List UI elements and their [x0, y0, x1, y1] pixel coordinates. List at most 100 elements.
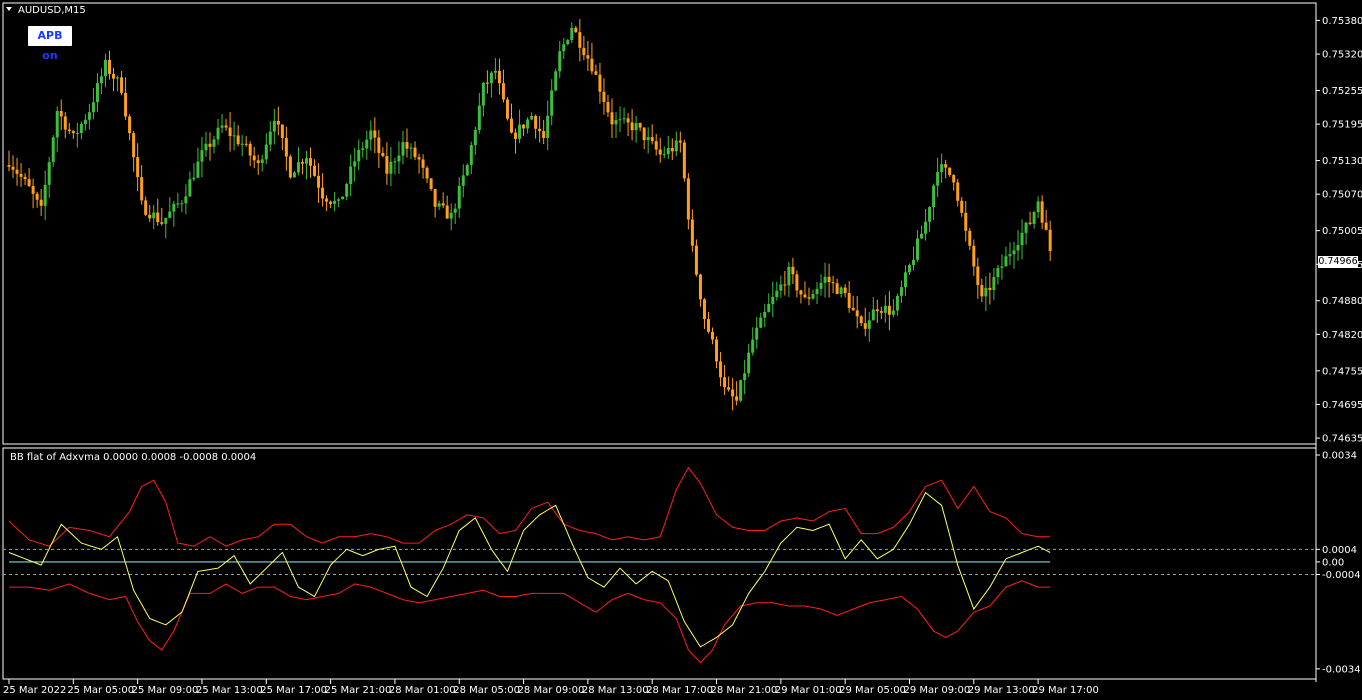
candle-body: [83, 119, 87, 124]
candle-body: [1020, 232, 1024, 246]
candle-body: [558, 51, 562, 72]
candle-body: [71, 131, 75, 134]
candle-body: [835, 283, 839, 294]
candle-body: [152, 212, 156, 219]
candle-body: [682, 142, 686, 179]
candle-body: [920, 233, 924, 239]
candle-body: [1004, 256, 1008, 267]
candle-body: [972, 245, 976, 267]
symbol-dropdown-icon[interactable]: [6, 7, 12, 11]
candle-body: [530, 115, 534, 120]
candle-body: [590, 58, 594, 72]
candle-body: [260, 159, 264, 164]
price-label: 0.75195: [1322, 120, 1362, 131]
candle-body: [212, 139, 216, 147]
price-label: 0.74695: [1322, 400, 1362, 411]
candle-body: [526, 119, 530, 129]
symbol-title: AUDUSD,M15: [18, 5, 86, 16]
candle-body: [654, 141, 658, 150]
candle-body: [369, 130, 373, 140]
candle-body: [405, 142, 409, 149]
candle-body: [240, 143, 244, 145]
price-tick-marks: 0.75380 0.75320 0.75255 0.75195 0.75130 0.750…: [1316, 16, 1362, 445]
candle-body: [252, 155, 256, 161]
time-label: 28 Mar 17:00: [646, 685, 713, 696]
candle-body: [690, 219, 694, 246]
candle-body: [445, 205, 449, 219]
candle-body: [851, 307, 855, 311]
candle-body: [863, 323, 867, 329]
candle-body: [124, 92, 128, 117]
candle-body: [960, 200, 964, 213]
candle-body: [156, 212, 160, 223]
candle-body: [916, 238, 920, 260]
candle-body: [839, 287, 843, 294]
candle-body: [196, 161, 200, 178]
candle-body: [546, 115, 550, 139]
candle-body: [899, 287, 903, 296]
candle-body: [401, 142, 405, 156]
candle-body: [59, 110, 63, 117]
candle-body: [763, 311, 767, 318]
candle-body: [534, 115, 538, 129]
candle-body: [349, 166, 353, 185]
time-label: 25 Mar 21:00: [325, 685, 392, 696]
candle-body: [634, 123, 638, 131]
candle-body: [112, 73, 116, 79]
candle-body: [317, 175, 321, 188]
candle-body: [232, 135, 236, 137]
candle-body: [727, 387, 731, 390]
apb-toggle-button[interactable]: APB on: [28, 26, 72, 62]
candle-body: [827, 276, 831, 283]
candle-body: [192, 177, 196, 180]
candle-body: [441, 203, 445, 206]
candle-body: [819, 282, 823, 289]
candle-body: [493, 70, 497, 73]
candle-body: [614, 120, 618, 125]
candle-body: [288, 156, 292, 178]
candle-body: [91, 102, 95, 113]
candle-body: [1016, 245, 1020, 251]
candle-body: [365, 139, 369, 149]
candle-body: [353, 161, 357, 167]
candle-body: [75, 133, 79, 135]
candle-body: [268, 131, 272, 145]
candle-body: [172, 203, 176, 212]
candle-body: [505, 99, 509, 119]
candle-body: [694, 245, 698, 275]
candle-body: [128, 116, 132, 134]
time-label: 25 Mar 09:00: [132, 685, 199, 696]
candle-body: [924, 221, 928, 234]
candle-body: [184, 196, 188, 204]
candle-body: [743, 373, 747, 381]
time-label: 25 Mar 13:00: [196, 685, 263, 696]
candle-body: [457, 185, 461, 209]
candle-body: [361, 148, 365, 150]
candle-body: [980, 285, 984, 297]
candle-body: [1040, 201, 1044, 223]
candle-body: [136, 157, 140, 178]
price-label: 0.75255: [1322, 86, 1362, 97]
candle-body: [164, 217, 168, 224]
candle-body: [216, 127, 220, 140]
candle-body: [964, 212, 968, 231]
price-label: 0.75070: [1322, 190, 1362, 201]
candle-body: [304, 158, 308, 164]
candle-body: [779, 284, 783, 291]
candle-body: [787, 266, 791, 286]
candle-body: [570, 27, 574, 41]
sub-value-label: -0.0004: [1322, 570, 1361, 581]
candle-body: [389, 161, 393, 174]
candle-body: [409, 147, 413, 149]
candle-body: [1000, 266, 1004, 268]
candle-body: [485, 82, 489, 84]
candle-body: [823, 276, 827, 283]
time-label: 28 Mar 05:00: [453, 685, 520, 696]
candle-body: [103, 59, 107, 77]
candle-body: [425, 167, 429, 179]
candle-body: [381, 152, 385, 157]
candle-body: [477, 105, 481, 131]
candle-body: [296, 162, 300, 173]
candle-body: [393, 161, 397, 163]
candle-body: [228, 127, 232, 136]
